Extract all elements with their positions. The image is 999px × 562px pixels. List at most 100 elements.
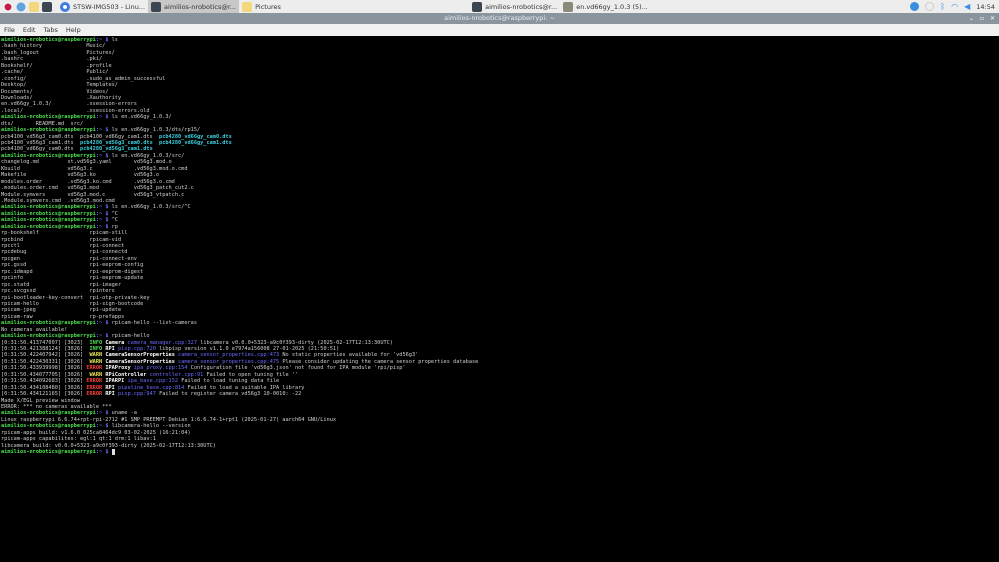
prompt-user: aimilios-nrobotics@raspberrypi [1, 114, 96, 121]
menu-edit[interactable]: Edit [19, 26, 40, 34]
terminal-text: [0:31:50.434108480] [3026] [1, 384, 87, 391]
terminal-text: pisp.cpp:947 [117, 391, 156, 398]
terminal-text: Bookshelf/ .profile [1, 62, 112, 69]
terminal-text: ls [111, 37, 118, 43]
prompt-path: :~ [95, 217, 106, 224]
terminal-text: rpicam-hello [111, 333, 150, 340]
terminal-text: .modules.order.cmd vd56g3.mod vd56g3_pat… [1, 185, 194, 192]
close-icon[interactable]: ✕ [990, 13, 995, 24]
terminal-text: uname -a [111, 410, 137, 417]
window-label: Pictures [255, 2, 281, 11]
minimize-icon[interactable]: ⌄ [969, 13, 974, 24]
terminal-text: No static properties available for 'vd56… [279, 352, 419, 359]
menu-tabs[interactable]: Tabs [39, 26, 61, 34]
clock[interactable]: 14:54 [976, 3, 995, 11]
prompt-user: aimilios-nrobotics@raspberrypi [1, 37, 96, 43]
terminal-text: rpcdebug rpi-connectd [1, 249, 128, 256]
terminal-text: libpisp version v1.1.0 e7974a156008 27-0… [155, 346, 340, 352]
terminal-text: [0:31:50.433939998] [3026] [1, 365, 87, 372]
terminal-text: rp-bookshelf rpicam-still [1, 230, 128, 237]
terminal-text: [0:31:50.413747007] [3023] [1, 339, 90, 346]
terminal-text: WARN [89, 352, 103, 359]
terminal-text: RPI [102, 391, 118, 398]
wifi-icon[interactable]: ◠ [951, 2, 958, 11]
browser-icon[interactable] [16, 1, 26, 12]
terminal-text: WARN [89, 358, 103, 365]
system-tray: ᛒ ◠ ◀ 14:54 [910, 0, 995, 13]
terminal-text: pipeline_base.cpp:814 [117, 384, 185, 391]
menu-bar: File Edit Tabs Help [0, 24, 999, 36]
prompt-path: :~ [95, 223, 106, 230]
terminal-text: rpcgen rpi-connect-env [1, 255, 137, 262]
terminal-text: pcb4100_vd66gy_cam0.dts [1, 146, 81, 153]
terminal-text: ls en.vd66gy_1.0.3/ [111, 114, 172, 121]
terminal-text: rpc.idmapd rpi-eeprom-digest [1, 268, 144, 275]
terminal-output[interactable]: aimilios-nrobotics@raspberrypi:~ $ ls .ba… [0, 36, 999, 562]
terminal-text: RPI [102, 346, 118, 352]
prompt-path: :~ [95, 204, 106, 211]
taskbar-window-chromium[interactable]: STSW-IMG503 - Linu... [57, 0, 148, 13]
terminal-text: .bashrc .pki/ [1, 56, 103, 63]
taskbar: STSW-IMG503 - Linu... aimilios-nrobotics… [0, 0, 999, 13]
taskbar-window-terminal-2[interactable]: aimilios-nrobotics@r... [469, 0, 560, 13]
maximize-icon[interactable]: ▫ [980, 13, 984, 24]
prompt-user: aimilios-nrobotics@raspberrypi [1, 423, 96, 430]
volume-icon[interactable]: ◀ [964, 2, 970, 11]
terminal-text: [0:31:50.434092683] [3026] [1, 378, 87, 385]
prompt-user: aimilios-nrobotics@raspberrypi [1, 333, 96, 340]
terminal-text: Camera [102, 339, 128, 346]
window-titlebar[interactable]: aimilios-nrobotics@raspberrypi: ~ ⌄ ▫ ✕ [0, 13, 999, 24]
terminal-text: ERROR [86, 365, 103, 372]
prompt-path: :~ [95, 152, 106, 159]
terminal-text: ls en.vd66gy_1.0.3/dts/rp15/ [111, 127, 201, 134]
prompt-user: aimilios-nrobotics@raspberrypi [1, 223, 96, 230]
raspberry-menu-icon[interactable] [3, 1, 13, 12]
terminal-text: rpicam-jpeg rpi-update [1, 307, 122, 314]
taskbar-window-terminal-1[interactable]: aimilios-nrobotics@r... [148, 0, 240, 13]
terminal-text: Failed to load a suitable IPA library [184, 384, 305, 391]
terminal-text: [0:31:50.434121165] [3026] [1, 391, 87, 398]
chromium-icon [60, 1, 70, 12]
prompt-path: :~ [95, 449, 106, 455]
terminal-text: libcamera build: v0.0.0+5323-a9c0f393-di… [1, 442, 216, 449]
terminal-text: rpc.svcgssd rpinters [1, 288, 115, 295]
terminal-text: rpc.gssd rpi-eeprom-config [1, 262, 144, 269]
terminal-text: Linux raspberrypi 6.6.74+rpt-rpi-2712 #1… [1, 416, 337, 423]
terminal-text: en.vd66gy_1.0.3/ .xsession-errors [1, 101, 137, 108]
terminal-text: rpicam-raw rp-prefapps [1, 313, 125, 320]
terminal-text: CameraSensorProperties [102, 352, 179, 359]
terminal-text: ipa_proxy.cpp:154 [133, 365, 188, 372]
terminal-text: ipa_base.cpp:152 [127, 378, 179, 385]
terminal-text: Makefile vd56g3.ko vd56g3.o [1, 172, 160, 179]
terminal-text: ls en.vd66gy_1.0.3/src/^C [111, 204, 191, 211]
terminal-text: pcb4100_vd56g3_cam0.dts pcb4100_vd66gy_c… [1, 133, 160, 140]
bluetooth-icon[interactable]: ᛒ [940, 2, 945, 11]
window-label: en.vd66gy_1.0.3 (5)... [576, 2, 648, 11]
file-manager-icon[interactable] [29, 1, 39, 12]
terminal-text: .bash_logout Pictures/ [1, 49, 115, 56]
terminal-text: Configuration file 'vd56g3.json' not fou… [187, 365, 406, 372]
terminal-text: Documents/ Videos/ [1, 88, 109, 95]
terminal-text: .config/ .sudo_as_admin_successful [1, 75, 166, 82]
prompt-path: :~ [95, 37, 106, 43]
terminal-text: ^C [111, 210, 118, 217]
prompt-path: :~ [95, 333, 106, 340]
terminal-text: Module.symvers vd56g3.mod.c vd56g3_vtpat… [1, 191, 185, 198]
taskbar-window-pictures[interactable]: Pictures [239, 0, 469, 13]
terminal-text: [0:31:50.434077705] [3026] [1, 371, 90, 378]
terminal-text: INFO [89, 346, 103, 352]
menu-file[interactable]: File [0, 26, 19, 34]
sync-icon[interactable] [925, 2, 935, 11]
prompt-user: aimilios-nrobotics@raspberrypi [1, 410, 96, 417]
terminal-icon[interactable] [42, 1, 52, 12]
cursor [111, 449, 115, 455]
folder-icon [242, 1, 253, 12]
prompt-path: :~ [95, 410, 106, 417]
taskbar-window-archive[interactable]: en.vd66gy_1.0.3 (5)... [560, 0, 651, 13]
updates-icon[interactable] [910, 2, 920, 11]
menu-help[interactable]: Help [62, 26, 85, 34]
terminal-text: ERROR [86, 378, 103, 385]
terminal-text: Downloads/ .Xauthority [1, 94, 122, 101]
prompt-user: aimilios-nrobotics@raspberrypi [1, 320, 96, 327]
terminal-text: rpi-bootloader-key-convert rpi-otp-priva… [1, 294, 150, 301]
